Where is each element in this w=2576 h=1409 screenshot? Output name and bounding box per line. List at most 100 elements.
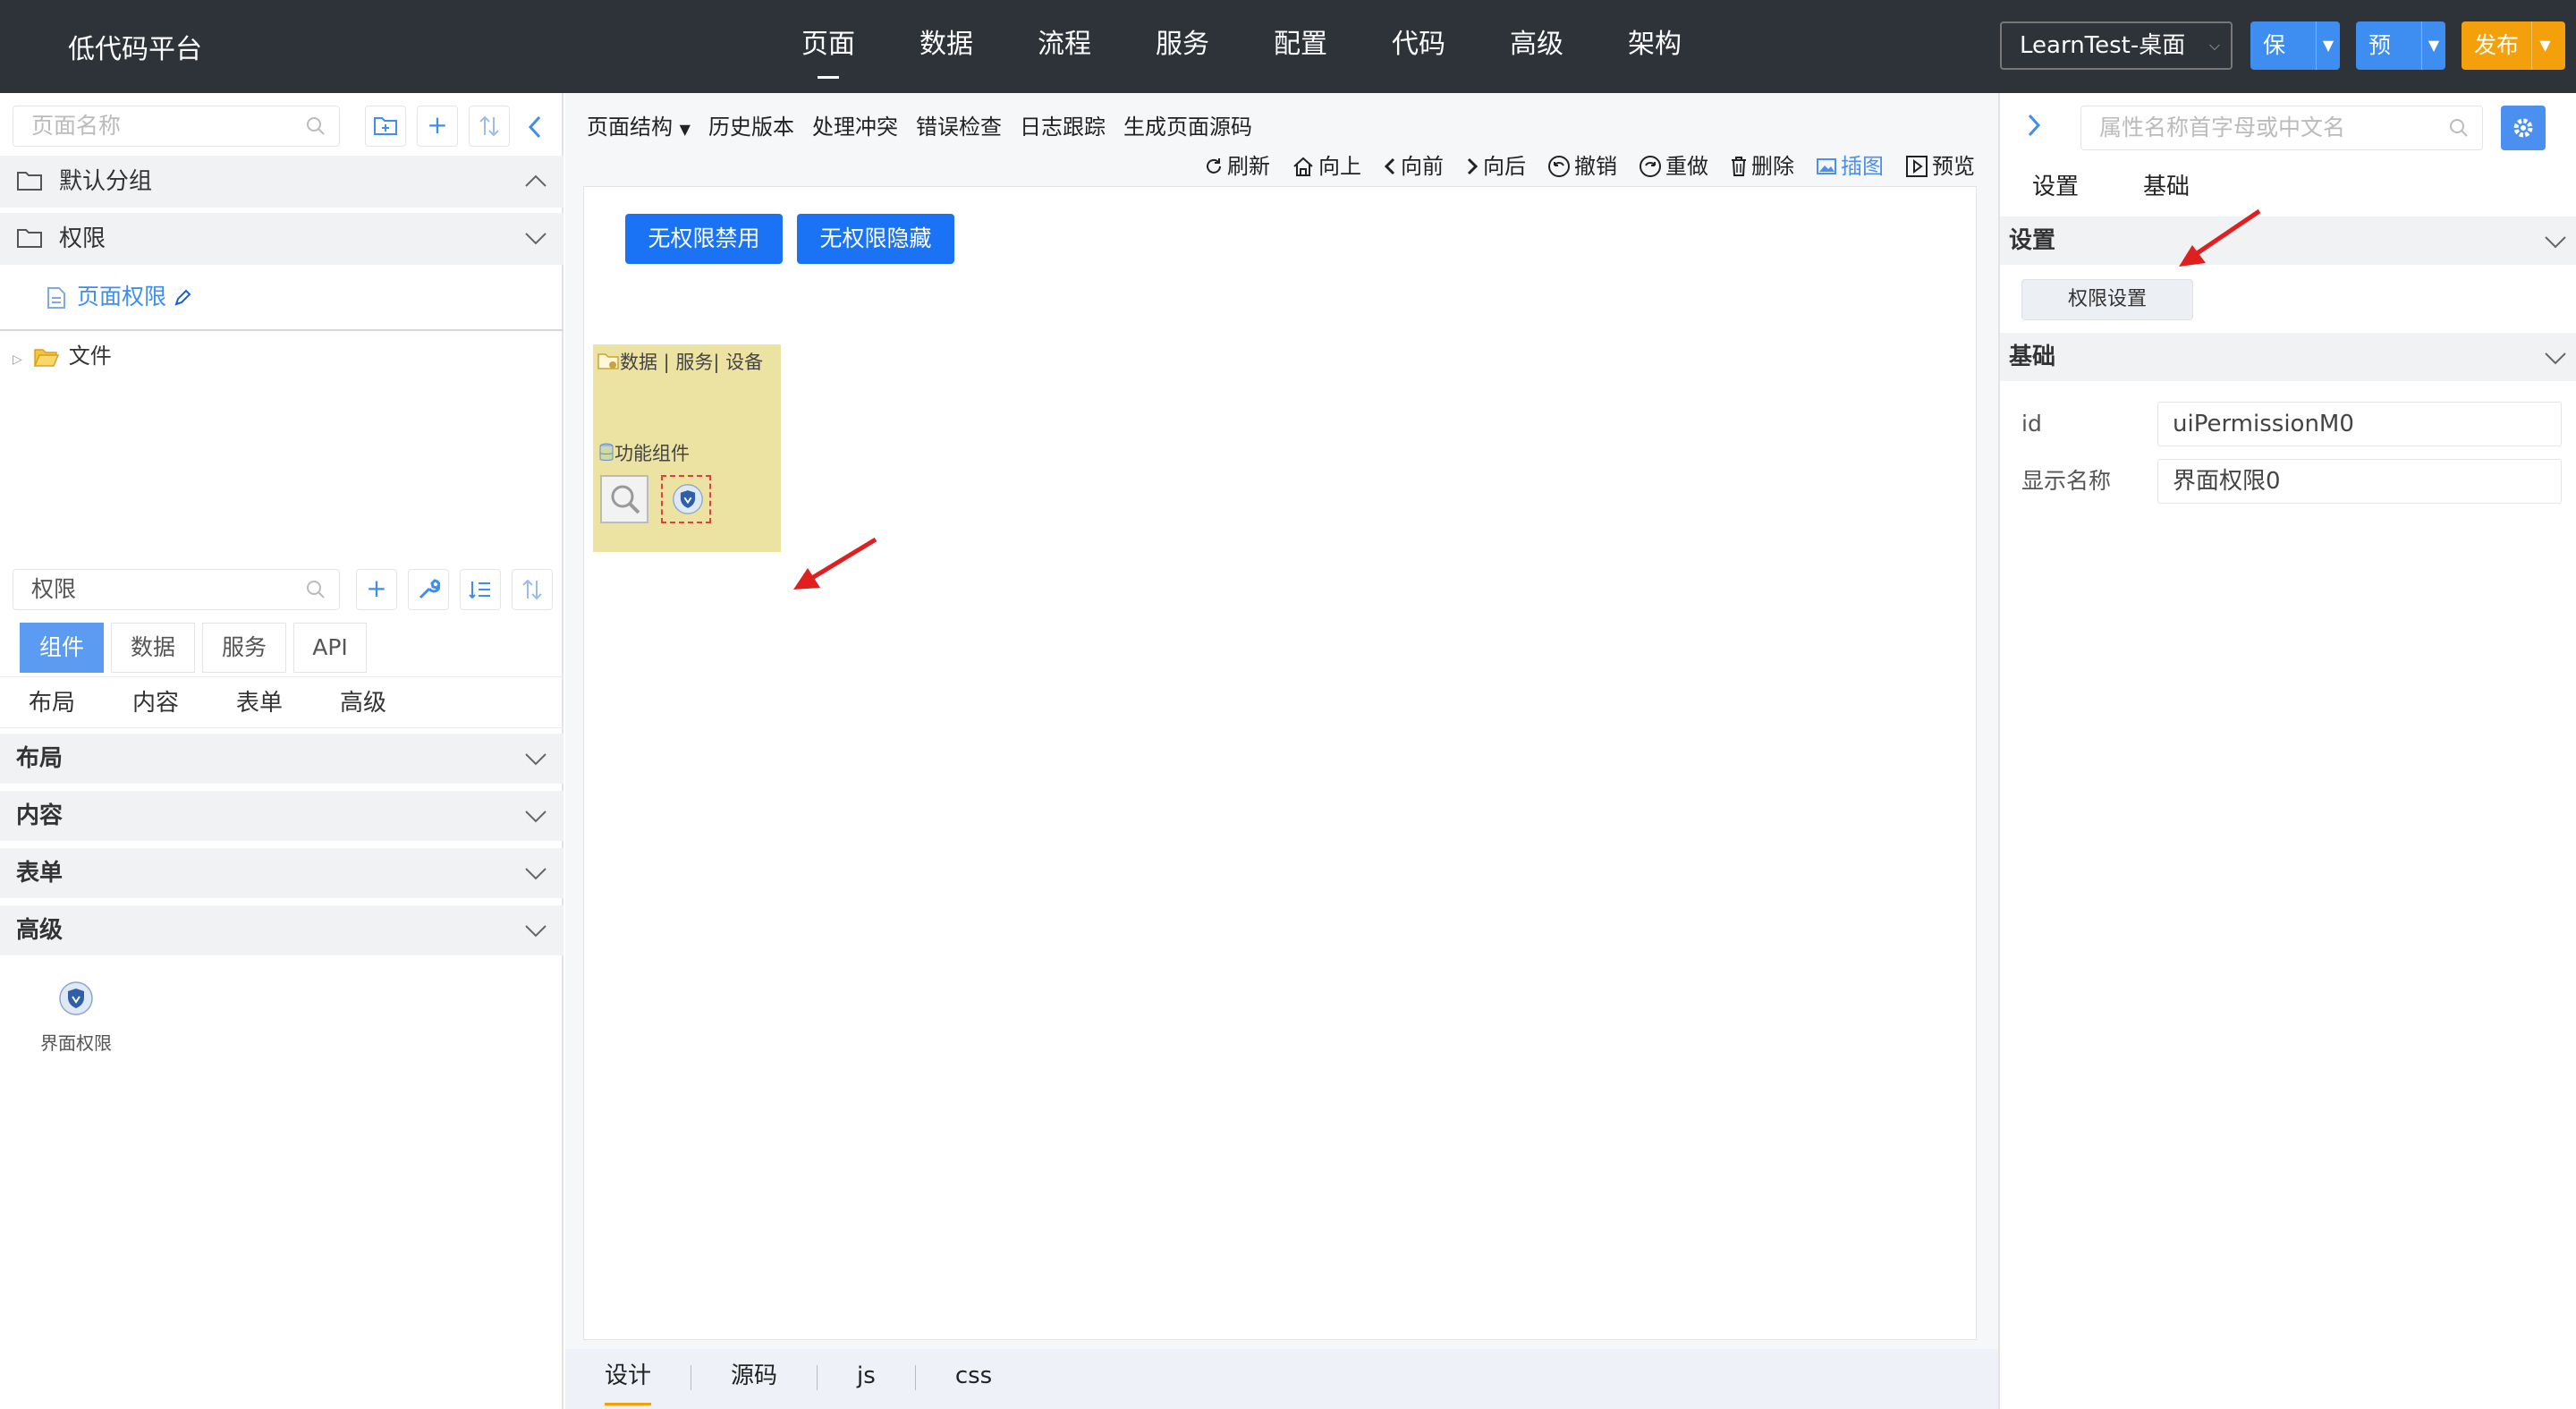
category-advanced[interactable]: 高级	[0, 905, 564, 955]
subtab-layout[interactable]: 布局	[0, 677, 104, 727]
list-order-button[interactable]	[460, 569, 501, 610]
chevron-down-icon	[525, 811, 547, 823]
folder-add-icon	[374, 117, 397, 135]
preview-button[interactable]: 预览 ▼	[2356, 21, 2445, 70]
category-content-label: 内容	[16, 802, 64, 829]
tree-item-file[interactable]: ▷ 文件	[13, 338, 112, 378]
undo-button[interactable]: 撤销	[1547, 149, 1617, 184]
tab-data[interactable]: 数据	[111, 623, 195, 673]
caret-down-icon[interactable]: ▼	[2531, 21, 2558, 70]
delete-button[interactable]: 删除	[1730, 149, 1794, 184]
group-default-label: 默认分组	[59, 168, 153, 195]
property-search-input[interactable]: 属性名称首字母或中文名	[2080, 106, 2483, 150]
search-component-icon[interactable]	[598, 473, 650, 525]
tab-settings[interactable]: 设置	[2000, 165, 2111, 209]
tab-js[interactable]: js	[818, 1349, 915, 1409]
permission-component[interactable]	[661, 475, 711, 523]
component-search-input[interactable]: 权限	[13, 569, 340, 610]
caret-down-icon[interactable]: ▼	[2315, 21, 2340, 70]
page-search-input[interactable]: 页面名称	[13, 106, 340, 147]
tab-source[interactable]: 源码	[691, 1349, 817, 1409]
category-advanced-label: 高级	[16, 917, 64, 944]
category-form[interactable]: 表单	[0, 848, 564, 898]
illustration-button[interactable]: 插图	[1816, 149, 1884, 184]
publish-button[interactable]: 发布 ▼	[2462, 21, 2565, 70]
save-button[interactable]: 保存 ▼	[2250, 21, 2340, 70]
subtab-content[interactable]: 内容	[104, 677, 208, 727]
subtab-advanced[interactable]: 高级	[311, 677, 415, 727]
top-bar: 低代码平台 页面 数据 流程 服务 配置 代码 高级 架构 LearnTest-…	[0, 0, 2576, 93]
no-permission-hide-button[interactable]: 无权限隐藏	[797, 214, 954, 264]
menu-log-trace[interactable]: 日志跟踪	[1020, 109, 1106, 148]
nav-flow[interactable]: 流程	[1005, 0, 1123, 93]
chevron-down-icon	[525, 925, 547, 938]
nav-data[interactable]: 数据	[887, 0, 1005, 93]
design-canvas[interactable]: 无权限禁用 无权限隐藏 数据 | 服务| 设备 功能组件	[583, 186, 1977, 1340]
project-select[interactable]: LearnTest-桌面 ⌵	[2000, 21, 2233, 70]
tab-css[interactable]: css	[916, 1349, 1031, 1409]
menu-generate-source[interactable]: 生成页面源码	[1123, 109, 1252, 148]
category-layout[interactable]: 布局	[0, 734, 564, 784]
move-up-button[interactable]: 向上	[1292, 149, 1361, 184]
menu-conflicts[interactable]: 处理冲突	[812, 109, 898, 148]
menu-error-check[interactable]: 错误检查	[916, 109, 1002, 148]
page-item-permission[interactable]: 页面权限	[47, 279, 191, 315]
menu-history[interactable]: 历史版本	[708, 109, 794, 148]
caret-down-icon[interactable]: ▼	[2420, 21, 2445, 70]
refresh-button[interactable]: 刷新	[1204, 149, 1270, 184]
settings-button[interactable]	[2501, 106, 2546, 150]
prop-display-name-label: 显示名称	[2021, 468, 2112, 494]
move-forward-button[interactable]: 向前	[1383, 149, 1444, 184]
sort-button[interactable]	[469, 106, 510, 147]
tab-api[interactable]: API	[293, 623, 367, 673]
tab-basic[interactable]: 基础	[2111, 165, 2222, 209]
move-back-button[interactable]: 向后	[1465, 149, 1526, 184]
group-default[interactable]: 默认分组	[0, 156, 564, 208]
edit-icon[interactable]	[174, 289, 191, 307]
tab-service[interactable]: 服务	[202, 623, 286, 673]
section-settings[interactable]: 设置	[2000, 216, 2576, 265]
widget-label: 界面权限	[40, 1032, 112, 1054]
tab-design[interactable]: 设计	[565, 1349, 691, 1409]
chevron-down-icon: ⌵	[2208, 37, 2220, 54]
collapse-left-icon[interactable]	[526, 115, 544, 140]
nav-service[interactable]: 服务	[1123, 0, 1241, 93]
permission-settings-button[interactable]: 权限设置	[2021, 279, 2193, 320]
group-permission[interactable]: 权限	[0, 213, 564, 265]
prop-id-input[interactable]: uiPermissionM0	[2157, 402, 2562, 446]
menu-page-structure[interactable]: 页面结构 ▼	[587, 109, 691, 148]
nav-code[interactable]: 代码	[1360, 0, 1478, 93]
category-layout-label: 布局	[16, 745, 64, 772]
delete-label: 删除	[1751, 154, 1794, 179]
nav-config[interactable]: 配置	[1241, 0, 1360, 93]
chevron-down-icon[interactable]	[524, 229, 547, 247]
image-icon	[1817, 158, 1836, 174]
no-permission-disable-button[interactable]: 无权限禁用	[625, 214, 783, 264]
preview-canvas-button[interactable]: 预览	[1905, 149, 1975, 184]
add-component-button[interactable]: +	[356, 569, 397, 610]
sort-button[interactable]	[512, 569, 553, 610]
prop-display-name-input[interactable]: 界面权限0	[2157, 459, 2562, 504]
nav-architecture[interactable]: 架构	[1596, 0, 1714, 93]
section-basic[interactable]: 基础	[2000, 333, 2576, 381]
redo-button[interactable]: 重做	[1639, 149, 1708, 184]
new-folder-button[interactable]	[365, 106, 406, 147]
add-page-button[interactable]: +	[417, 106, 458, 147]
caret-down-icon: ▼	[679, 121, 691, 138]
left-panel: 页面名称 + 默认分组 权限 页面权限 ▷ 文件 权限 + 组件 数据 服务 A…	[0, 93, 564, 1409]
property-search-placeholder: 属性名称首字母或中文名	[2099, 115, 2346, 140]
category-content[interactable]: 内容	[0, 791, 564, 841]
chevron-up-icon[interactable]	[524, 172, 547, 190]
wrench-button[interactable]	[408, 569, 449, 610]
tab-components[interactable]: 组件	[20, 623, 104, 673]
plus-icon: +	[366, 573, 387, 603]
chevron-right-icon[interactable]	[2025, 113, 2043, 138]
nav-advanced[interactable]: 高级	[1478, 0, 1596, 93]
search-icon	[307, 581, 325, 598]
component-container[interactable]: 数据 | 服务| 设备 功能组件	[593, 344, 781, 552]
nav-page[interactable]: 页面	[769, 0, 887, 93]
shield-icon	[673, 484, 703, 514]
expand-triangle-icon[interactable]: ▷	[13, 342, 22, 378]
subtab-form[interactable]: 表单	[208, 677, 311, 727]
widget-ui-permission[interactable]: 界面权限	[36, 980, 116, 1055]
